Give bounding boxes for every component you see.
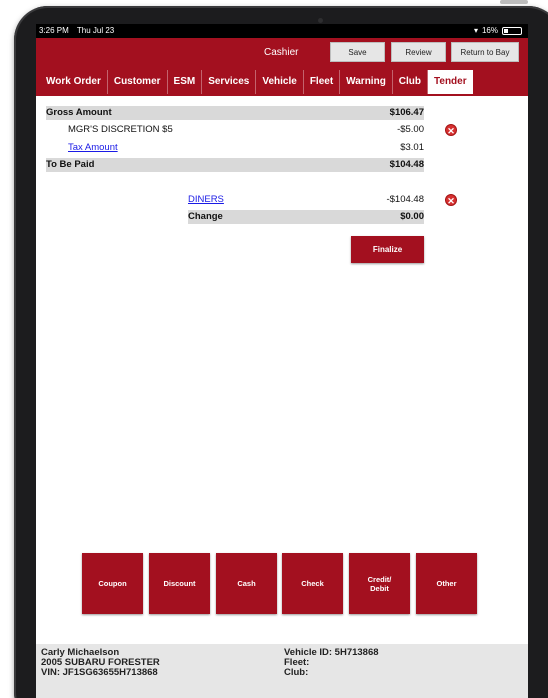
tab-esm[interactable]: ESM — [168, 70, 203, 94]
vehicle-info-footer: Carly Michaelson 2005 SUBARU FORESTER VI… — [36, 644, 528, 698]
tab-club[interactable]: Club — [393, 70, 429, 94]
wifi-icon: ▾ — [473, 26, 478, 35]
to-be-paid-label: To Be Paid — [46, 159, 95, 170]
coupon-button[interactable]: Coupon — [82, 553, 143, 614]
gross-amount-label: Gross Amount — [46, 107, 112, 118]
tab-warning[interactable]: Warning — [340, 70, 393, 94]
status-time: 3:26 PM — [39, 26, 69, 35]
discount-button[interactable]: Discount — [149, 553, 210, 614]
remove-payment-icon[interactable]: ✕ — [445, 194, 457, 206]
tax-amount-link[interactable]: Tax Amount — [68, 141, 118, 155]
app-header: Cashier Save Review Return to Bay — [36, 38, 528, 68]
change-label: Change — [188, 211, 223, 222]
other-button[interactable]: Other — [416, 553, 477, 614]
change-value: $0.00 — [400, 211, 424, 222]
finalize-button[interactable]: Finalize — [351, 236, 424, 263]
remove-discount-icon[interactable]: ✕ — [445, 124, 457, 136]
tab-work-order[interactable]: Work Order — [40, 70, 108, 94]
tab-fleet[interactable]: Fleet — [304, 70, 341, 94]
camera-icon — [318, 18, 323, 23]
battery-icon — [502, 27, 522, 35]
vehicle-vin: VIN: JF1SG63655H713868 — [41, 667, 158, 678]
credit-debit-button[interactable]: Credit/ Debit — [349, 553, 410, 614]
battery-percent: 16% — [481, 26, 498, 35]
tab-vehicle[interactable]: Vehicle — [256, 70, 304, 94]
app-screen: 3:26 PM Thu Jul 23 ▾ 16% Cashier Save Re… — [36, 24, 528, 698]
tax-amount-value: $3.01 — [400, 142, 424, 153]
payment-method-link[interactable]: DINERS — [188, 193, 224, 207]
save-button[interactable]: Save — [330, 42, 385, 62]
to-be-paid-value: $104.48 — [389, 159, 424, 170]
return-to-bay-button[interactable]: Return to Bay — [451, 42, 519, 62]
page-title: Cashier — [264, 47, 299, 58]
check-button[interactable]: Check — [282, 553, 343, 614]
club-info: Club: — [284, 667, 309, 678]
gross-amount-value: $106.47 — [389, 107, 424, 118]
payment-amount: -$104.48 — [386, 194, 424, 205]
change-row: Change $0.00 — [188, 210, 424, 224]
tab-bar: Work Order Customer ESM Services Vehicle… — [36, 68, 528, 96]
status-date: Thu Jul 23 — [76, 26, 115, 35]
cash-button[interactable]: Cash — [216, 553, 277, 614]
device-side-button — [500, 0, 528, 4]
payment-row: DINERS -$104.48 — [188, 193, 424, 207]
status-bar: 3:26 PM Thu Jul 23 ▾ 16% — [36, 24, 528, 38]
gross-amount-row: Gross Amount $106.47 — [46, 106, 424, 120]
tab-tender[interactable]: Tender — [428, 70, 473, 94]
tax-row: Tax Amount $3.01 — [46, 141, 424, 155]
tab-customer[interactable]: Customer — [108, 70, 168, 94]
discount-label: MGR'S DISCRETION $5 — [68, 124, 173, 135]
to-be-paid-row: To Be Paid $104.48 — [46, 158, 424, 172]
discount-value: -$5.00 — [397, 124, 424, 135]
discount-row: MGR'S DISCRETION $5 -$5.00 — [46, 123, 424, 137]
review-button[interactable]: Review — [391, 42, 446, 62]
tab-services[interactable]: Services — [202, 70, 257, 94]
